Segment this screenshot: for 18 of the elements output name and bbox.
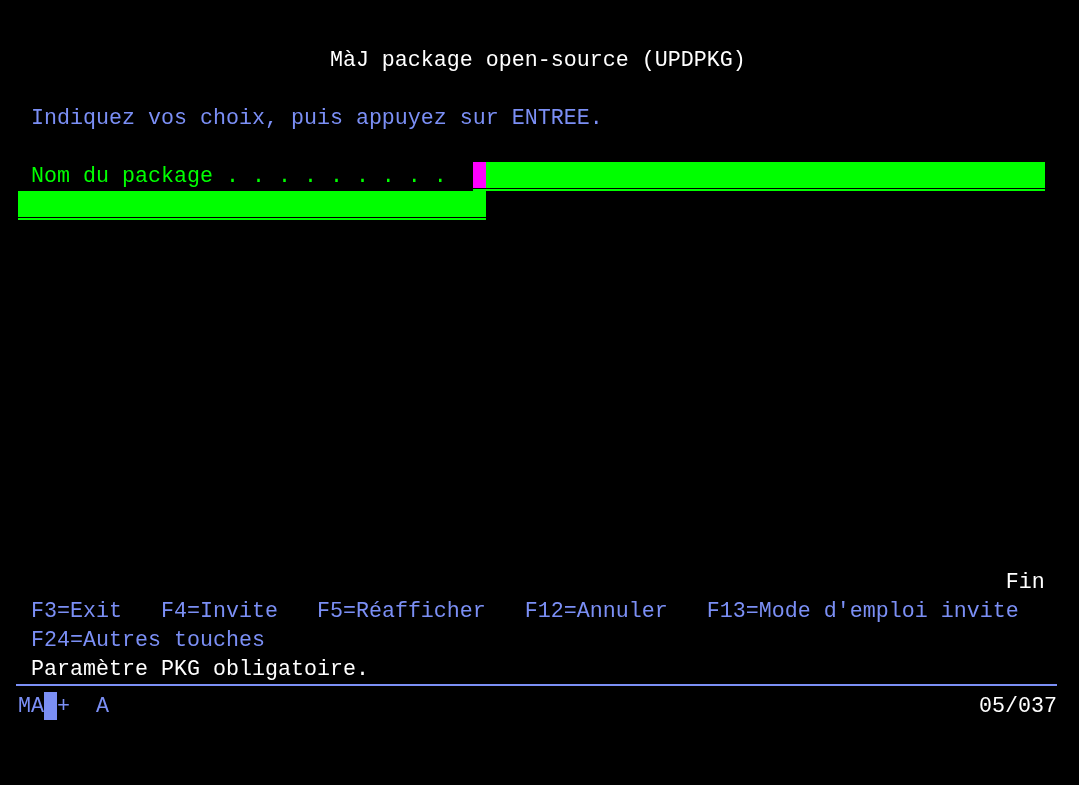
function-key[interactable]: F12=Annuler — [524, 597, 668, 626]
cursor-position: 05/037 — [979, 693, 1057, 719]
screen-title: MàJ package open-source (UPDPKG) — [328, 47, 746, 75]
function-key[interactable]: F5=Réafficher — [316, 597, 486, 626]
function-key[interactable]: F4=Invite — [160, 597, 278, 626]
keyboard-indicator: A — [94, 693, 109, 719]
instruction-text: Indiquez vos choix, puis appuyez sur ENTREE. — [30, 105, 603, 133]
function-key[interactable]: F3=Exit — [31, 597, 122, 626]
field-label: Nom du package . . . . . . . . . — [30, 163, 448, 191]
status-indicator: + — [57, 693, 70, 719]
mode-indicator: MA — [17, 693, 44, 719]
message-text: Paramètre PKG obligatoire. — [30, 656, 369, 684]
input-field[interactable] — [18, 191, 486, 218]
function-key[interactable]: F13=Mode d'emploi invite — [706, 597, 1019, 626]
input-field[interactable] — [472, 162, 1045, 189]
function-key[interactable]: F24=Autres touches — [31, 626, 265, 655]
more-indicator: Fin — [1004, 569, 1045, 597]
status-cursor-block — [44, 692, 57, 720]
